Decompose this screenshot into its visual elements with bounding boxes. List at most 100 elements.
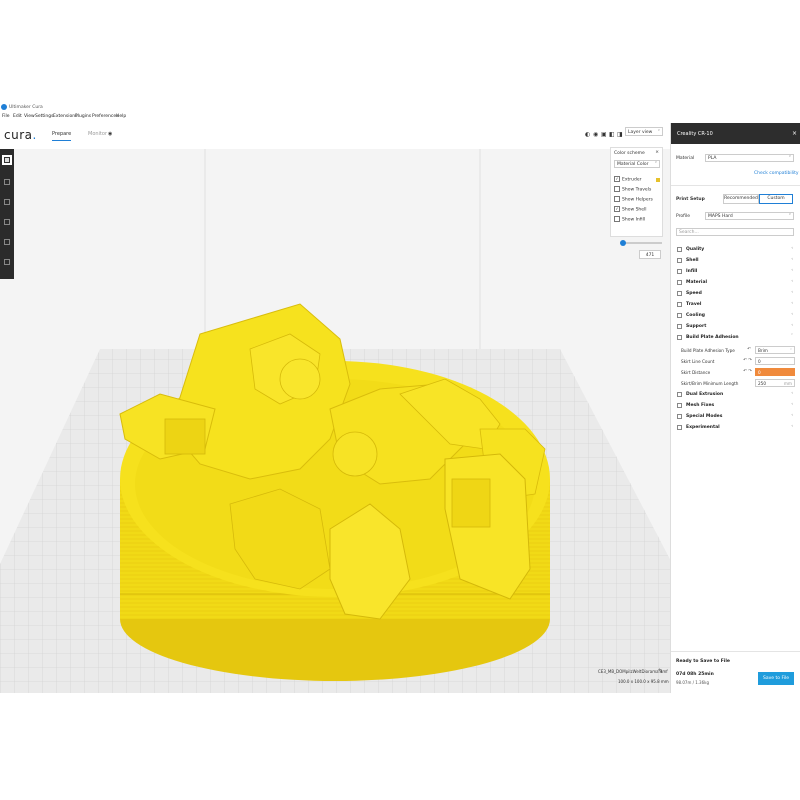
option-extruder[interactable]: ✓ Extruder — [614, 176, 641, 183]
option-show-infill[interactable]: Show Infill — [614, 216, 645, 223]
scale-tool[interactable] — [2, 197, 12, 207]
rotate-tool[interactable] — [2, 217, 12, 227]
3d-viewport[interactable] — [0, 149, 670, 693]
chevron-down-icon: ˅ — [657, 129, 660, 135]
reset-icon[interactable]: ↶ — [747, 347, 751, 352]
category-travel[interactable]: Travel ‹ — [677, 301, 793, 309]
chevron-left-icon: ‹ — [791, 312, 793, 317]
print-setup-label: Print Setup — [676, 197, 705, 202]
travel-icon — [677, 302, 682, 307]
color-scheme-title: Color scheme — [614, 151, 645, 156]
edit-pencil-icon[interactable]: ✎ — [658, 668, 663, 675]
category-mesh-fixes[interactable]: Mesh Fixes ‹ — [677, 402, 793, 410]
mesh-fixes-icon — [677, 403, 682, 408]
option-show-travels[interactable]: Show Travels — [614, 186, 651, 193]
profile-select[interactable]: MAPS Hard ˅ — [705, 212, 794, 220]
chevron-left-icon: ‹ — [791, 424, 793, 429]
print-time-estimate: 07d 08h 25min — [676, 672, 714, 677]
category-build-plate-adhesion[interactable]: Build Plate Adhesion ˅ — [677, 334, 793, 342]
menu-edit[interactable]: Edit — [13, 114, 22, 119]
open-file-tool[interactable] — [2, 155, 12, 165]
check-compatibility-link[interactable]: Check compatibility — [754, 171, 799, 176]
menu-settings[interactable]: Settings — [35, 114, 53, 119]
category-special-modes[interactable]: Special Modes ‹ — [677, 413, 793, 421]
checkbox-checked-icon: ✓ — [614, 176, 620, 182]
reset-icon[interactable]: ↶ ↷ — [743, 358, 752, 363]
category-material[interactable]: Material ‹ — [677, 279, 793, 287]
tab-monitor[interactable]: Monitor — [88, 131, 107, 137]
move-icon — [4, 179, 10, 185]
move-tool[interactable] — [2, 177, 12, 187]
setting-skirt-line-count: Skirt Line Count ↶ ↷ 0 — [681, 357, 795, 366]
print-settings-panel: Creality CR-10 × Material PLA ˅ Check com… — [670, 123, 800, 693]
divider — [671, 651, 800, 652]
quality-icon — [677, 247, 682, 252]
rotate-icon — [4, 219, 10, 225]
skirt-distance-input[interactable]: 0 — [755, 368, 795, 376]
front-view-icon[interactable]: ◉ — [593, 131, 598, 138]
monitor-status-icon: ◉ — [108, 131, 113, 137]
category-speed[interactable]: Speed ‹ — [677, 290, 793, 298]
chevron-down-icon: ˅ — [790, 334, 793, 339]
skirt-line-count-input[interactable]: 0 — [755, 357, 795, 365]
adhesion-type-select[interactable]: Brim ˅ — [755, 346, 795, 354]
stage-header: cura. Prepare Monitor ◉ — [0, 122, 670, 149]
tab-prepare[interactable]: Prepare — [52, 131, 72, 141]
right-view-icon[interactable]: ◨ — [617, 131, 623, 138]
chevron-left-icon: ‹ — [791, 257, 793, 262]
menu-file[interactable]: File — [2, 114, 10, 119]
build-plate-scene — [0, 149, 670, 693]
close-icon[interactable]: × — [655, 150, 659, 155]
special-modes-icon — [677, 414, 682, 419]
divider — [671, 185, 800, 186]
category-quality[interactable]: Quality ‹ — [677, 246, 793, 254]
save-to-file-button[interactable]: Save to File — [758, 672, 794, 685]
category-experimental[interactable]: Experimental ‹ — [677, 424, 793, 432]
menu-preferences[interactable]: Preferences — [92, 114, 118, 119]
reset-icon[interactable]: ↶ ↷ — [743, 369, 752, 374]
experimental-icon — [677, 425, 682, 430]
chevron-down-icon: ˅ — [788, 156, 791, 161]
3d-view-icon[interactable]: ◐ — [585, 131, 590, 138]
layer-number-input[interactable]: 471 — [639, 250, 661, 259]
scale-icon — [4, 199, 10, 205]
layer-slider[interactable] — [620, 240, 662, 246]
slider-handle[interactable] — [620, 240, 626, 246]
cooling-icon — [677, 313, 682, 318]
category-shell[interactable]: Shell ‹ — [677, 257, 793, 265]
mirror-tool[interactable] — [2, 237, 12, 247]
close-icon[interactable]: × — [792, 130, 797, 137]
color-scheme-panel: Color scheme × Material Color ˅ ✓ Extruder… — [610, 147, 663, 237]
speed-icon — [677, 291, 682, 296]
category-support[interactable]: Support ‹ — [677, 323, 793, 331]
window-title: Ultimaker Cura — [9, 104, 43, 110]
category-cooling[interactable]: Cooling ‹ — [677, 312, 793, 320]
chevron-down-icon: ˅ — [654, 162, 657, 167]
material-select[interactable]: PLA ˅ — [705, 154, 794, 162]
setting-adhesion-type: Build Plate Adhesion Type ↶ Brim ˅ — [681, 346, 795, 355]
chevron-down-icon: ˅ — [788, 214, 791, 219]
menu-plugins[interactable]: Plugins — [75, 114, 91, 119]
view-type-select[interactable]: Layer view ˅ — [625, 127, 663, 136]
menu-view[interactable]: View — [24, 114, 35, 119]
option-show-helpers[interactable]: Show Helpers — [614, 196, 653, 203]
category-infill[interactable]: Infill ‹ — [677, 268, 793, 276]
color-scheme-select[interactable]: Material Color ˅ — [614, 160, 660, 168]
custom-button[interactable]: Custom — [759, 194, 793, 204]
folder-icon — [4, 157, 10, 163]
settings-search-input[interactable]: Search... — [676, 228, 794, 236]
category-dual-extrusion[interactable]: Dual Extrusion ‹ — [677, 391, 793, 399]
menu-help[interactable]: Help — [116, 114, 126, 119]
recommended-button[interactable]: Recommended — [723, 194, 759, 204]
menu-extensions[interactable]: Extensions — [53, 114, 77, 119]
ready-status: Ready to Save to File — [676, 659, 730, 664]
checkbox-icon — [614, 196, 620, 202]
printer-name[interactable]: Creality CR-10 — [677, 131, 713, 137]
profile-label: Profile — [676, 214, 690, 219]
skirt-brim-min-length-input[interactable]: 250 mm — [755, 379, 795, 387]
per-model-settings-tool[interactable] — [2, 257, 12, 267]
top-view-icon[interactable]: ▣ — [601, 131, 607, 138]
left-view-icon[interactable]: ◧ — [609, 131, 615, 138]
material-icon — [677, 280, 682, 285]
option-show-shell[interactable]: ✓ Show Shell — [614, 206, 647, 213]
